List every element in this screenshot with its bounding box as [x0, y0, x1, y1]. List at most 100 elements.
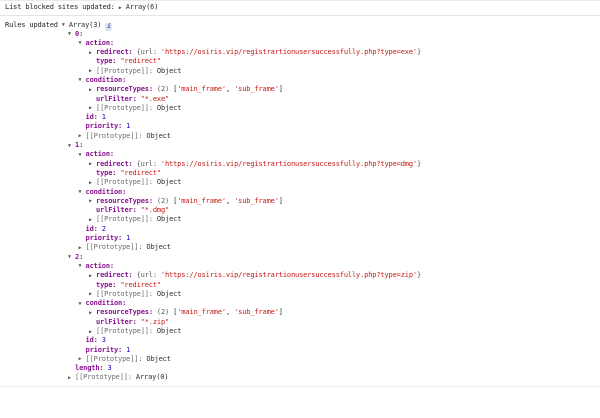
colon: : [149, 327, 153, 335]
tree-row[interactable]: ▶[[Prototype]]:Object [0, 327, 600, 336]
tree-row[interactable]: ▼condition: [0, 188, 600, 197]
object-preview-open: {url: [137, 271, 157, 279]
tree-row: id:3 [0, 336, 600, 345]
tree-row[interactable]: ▶[[Prototype]]:Object [0, 355, 600, 364]
tree-row[interactable]: ▼action: [0, 39, 600, 48]
tree-row[interactable]: ▼2: [0, 253, 600, 262]
tree-row[interactable]: ▶resourceTypes:(2)['main_frame','sub_fra… [0, 308, 600, 317]
string-value: 'sub_frame' [234, 308, 279, 316]
tree-row[interactable]: ▼0: [0, 30, 600, 39]
bracket-close-icon: ] [279, 85, 283, 93]
property-name: id [86, 336, 94, 344]
info-icon: i [105, 23, 112, 31]
array-preview-expanded[interactable]: ▼Array(3) [62, 21, 102, 29]
prototype-label: [[Prototype]] [96, 178, 149, 186]
tree-row: type:"redirect" [0, 169, 600, 178]
property-name: priority [86, 234, 119, 242]
string-value: "*.exe" [141, 95, 169, 103]
colon: : [129, 271, 133, 279]
triangle-down-icon[interactable]: ▼ [79, 188, 86, 197]
tree-row[interactable]: ▼condition: [0, 76, 600, 85]
triangle-right-icon[interactable]: ▶ [89, 309, 96, 318]
tree-row[interactable]: ▶[[Prototype]]:Object [0, 243, 600, 252]
object-tree: ▼0:▼action:▶redirect:{url:'https://osiri… [0, 30, 600, 383]
tree-row: type:"redirect" [0, 57, 600, 66]
prototype-label: [[Prototype]] [86, 355, 139, 363]
tree-row[interactable]: ▼action: [0, 150, 600, 159]
property-name: redirect [96, 271, 129, 279]
array-preview-label[interactable]: Array(6) [126, 3, 159, 11]
triangle-right-icon[interactable]: ▶ [119, 4, 126, 13]
triangle-down-icon[interactable]: ▼ [79, 262, 86, 271]
triangle-right-icon[interactable]: ▶ [89, 272, 96, 281]
url-string-value: 'https://osiris.vip/registrartionusersuc… [161, 48, 417, 56]
object-preview-close: } [417, 48, 421, 56]
tree-row[interactable]: ▼action: [0, 262, 600, 271]
array-preview-label[interactable]: Array(3) [69, 21, 102, 29]
tree-row: priority:1 [0, 234, 600, 243]
tree-row[interactable]: ▶resourceTypes:(2)['main_frame','sub_fra… [0, 197, 600, 206]
colon: : [149, 308, 153, 316]
number-value: 1 [126, 234, 130, 242]
bracket-close-icon: ] [279, 197, 283, 205]
tree-row: id:1 [0, 113, 600, 122]
property-name: urlFilter [96, 206, 133, 214]
triangle-down-icon[interactable]: ▼ [68, 142, 75, 151]
object-preview-close: } [417, 160, 421, 168]
triangle-down-icon[interactable]: ▼ [68, 253, 75, 262]
url-string-value: 'https://osiris.vip/registrartionusersuc… [161, 160, 417, 168]
tree-row: priority:1 [0, 346, 600, 355]
colon: : [112, 57, 116, 65]
log-text: List blocked sites updated: [5, 3, 115, 11]
tree-row[interactable]: ▶[[Prototype]]:Object [0, 67, 600, 76]
property-name: id [86, 113, 94, 121]
tree-row[interactable]: ▼1: [0, 141, 600, 150]
tree-row[interactable]: ▶[[Prototype]]:Object [0, 290, 600, 299]
tree-row[interactable]: ▶redirect:{url:'https://osiris.vip/regis… [0, 48, 600, 57]
tree-row: urlFilter:"*.dmg" [0, 206, 600, 215]
triangle-down-icon[interactable]: ▼ [79, 76, 86, 85]
prototype-label: [[Prototype]] [96, 290, 149, 298]
colon: : [94, 336, 98, 344]
tree-row[interactable]: ▶[[Prototype]]:Object [0, 104, 600, 113]
tree-row[interactable]: ▶[[Prototype]]:Array(0) [0, 373, 600, 382]
triangle-right-icon[interactable]: ▶ [89, 86, 96, 95]
colon: : [133, 318, 137, 326]
prototype-label: [[Prototype]] [96, 67, 149, 75]
tree-row: priority:1 [0, 122, 600, 131]
string-value: 'main_frame' [177, 308, 226, 316]
triangle-down-icon[interactable]: ▼ [62, 20, 69, 30]
tree-row[interactable]: ▼condition: [0, 299, 600, 308]
string-value: "*.dmg" [141, 206, 169, 214]
tree-row[interactable]: ▶redirect:{url:'https://osiris.vip/regis… [0, 160, 600, 169]
property-name: action [86, 262, 110, 270]
tree-row[interactable]: ▶resourceTypes:(2)['main_frame','sub_fra… [0, 85, 600, 94]
colon: : [79, 30, 83, 38]
colon: : [110, 262, 114, 270]
tree-row[interactable]: ▶[[Prototype]]:Object [0, 178, 600, 187]
colon: : [128, 373, 132, 381]
colon: : [118, 234, 122, 242]
object-value: Object [157, 178, 181, 186]
tree-row[interactable]: ▶[[Prototype]]:Object [0, 215, 600, 224]
property-name: condition [86, 76, 123, 84]
string-value: 'sub_frame' [234, 197, 279, 205]
colon: : [149, 215, 153, 223]
triangle-down-icon[interactable]: ▼ [68, 30, 75, 39]
property-name: action [86, 39, 110, 47]
tree-row: length:3 [0, 364, 600, 373]
colon: : [122, 299, 126, 307]
triangle-right-icon[interactable]: ▶ [68, 374, 75, 383]
tree-row[interactable]: ▶redirect:{url:'https://osiris.vip/regis… [0, 271, 600, 280]
array-preview-collapsed[interactable]: ▶Array(6) [119, 3, 159, 11]
tree-row[interactable]: ▶[[Prototype]]:Object [0, 132, 600, 141]
colon: : [79, 141, 83, 149]
colon: : [149, 67, 153, 75]
property-name: urlFilter [96, 95, 133, 103]
triangle-down-icon[interactable]: ▼ [79, 151, 86, 160]
triangle-down-icon[interactable]: ▼ [79, 300, 86, 309]
triangle-down-icon[interactable]: ▼ [79, 39, 86, 48]
colon: : [110, 150, 114, 158]
number-value: 2 [102, 225, 106, 233]
array-length-badge: (2) [157, 197, 169, 205]
